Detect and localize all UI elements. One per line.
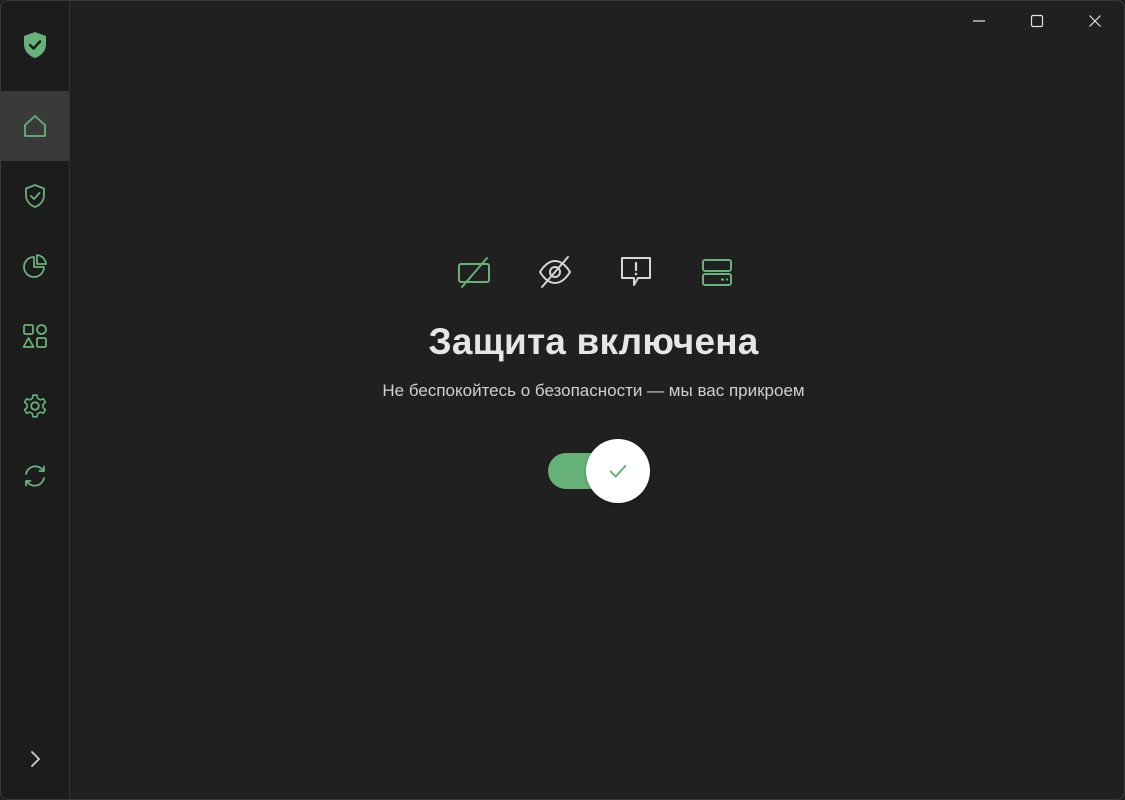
sidebar-item-protection[interactable] bbox=[1, 161, 69, 231]
dns-server-icon bbox=[699, 254, 735, 290]
page-subtitle: Не беспокойтесь о безопасности — мы вас … bbox=[382, 381, 805, 400]
sidebar bbox=[1, 1, 70, 799]
apps-grid-icon bbox=[22, 324, 47, 348]
sidebar-item-home[interactable] bbox=[1, 91, 69, 161]
gear-icon bbox=[23, 394, 47, 418]
feature-icons bbox=[456, 254, 735, 290]
chevron-right-icon bbox=[31, 751, 40, 767]
refresh-icon bbox=[25, 465, 45, 487]
annoyance-icon bbox=[618, 254, 654, 290]
pie-chart-icon bbox=[23, 254, 47, 278]
shield-check-icon bbox=[25, 184, 45, 208]
protection-toggle[interactable] bbox=[548, 439, 650, 503]
sidebar-expand-button[interactable] bbox=[1, 737, 69, 781]
maximize-button[interactable] bbox=[1008, 1, 1066, 41]
close-button[interactable] bbox=[1066, 1, 1124, 41]
minimize-icon bbox=[973, 20, 985, 22]
sidebar-item-statistics[interactable] bbox=[1, 231, 69, 301]
shield-check-icon bbox=[19, 29, 51, 61]
check-icon bbox=[609, 464, 627, 478]
toggle-knob[interactable] bbox=[586, 439, 650, 503]
app-window: Защита включена Не беспокойтесь о безопа… bbox=[0, 0, 1125, 800]
maximize-icon bbox=[1030, 14, 1044, 28]
tracking-protection-icon bbox=[537, 254, 573, 290]
window-controls bbox=[950, 1, 1124, 41]
minimize-button[interactable] bbox=[950, 1, 1008, 41]
sidebar-item-apps[interactable] bbox=[1, 301, 69, 371]
sidebar-item-settings[interactable] bbox=[1, 371, 69, 441]
page-title: Защита включена bbox=[428, 321, 759, 362]
ad-block-icon bbox=[456, 254, 492, 290]
home-icon bbox=[24, 115, 46, 137]
sidebar-item-updates[interactable] bbox=[1, 441, 69, 511]
close-icon bbox=[1089, 15, 1101, 27]
